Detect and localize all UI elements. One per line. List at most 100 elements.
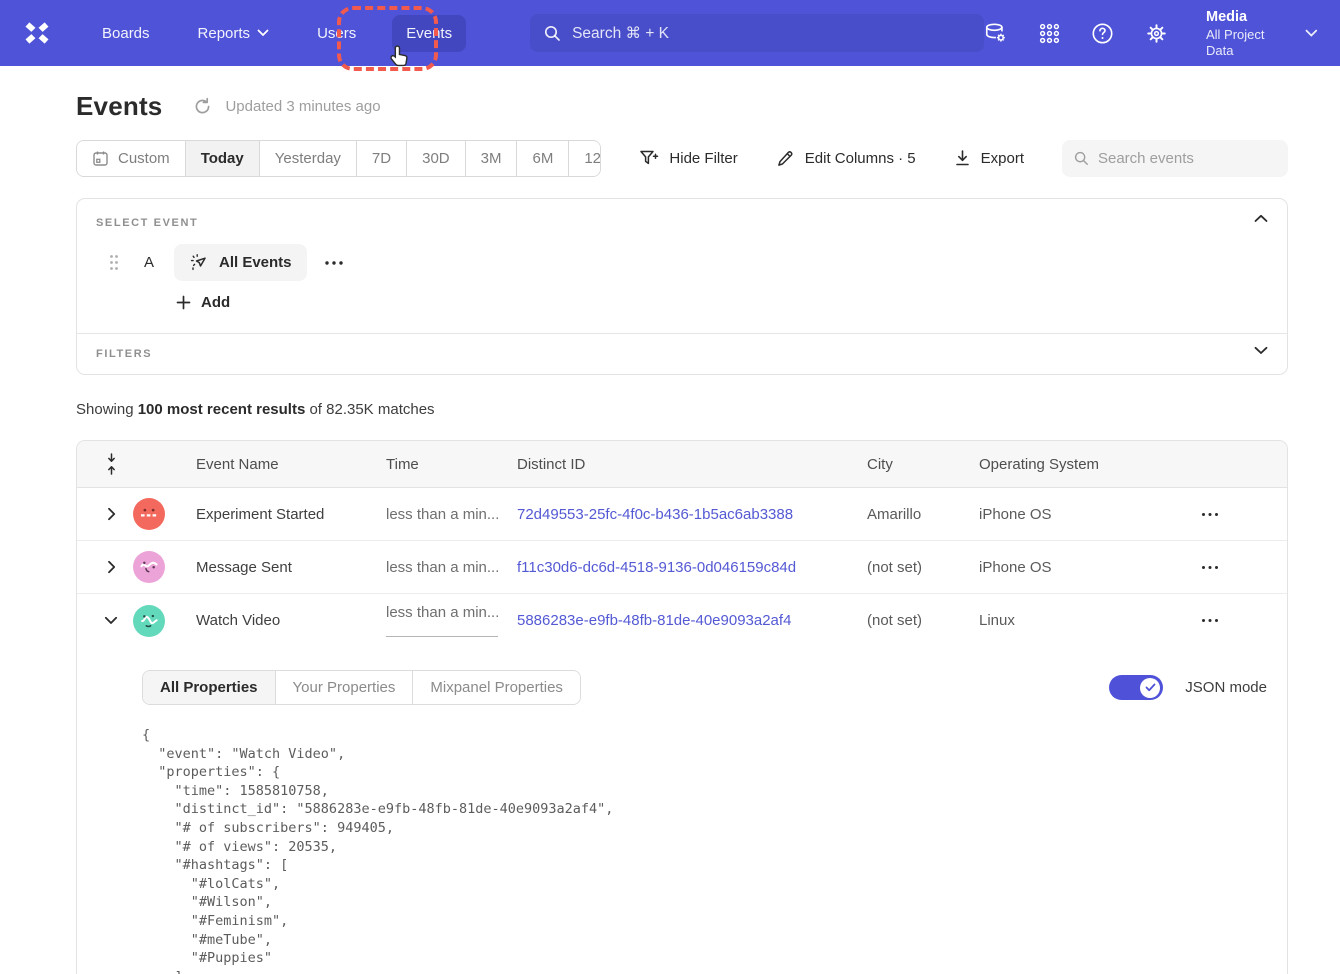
last-updated-text: Updated 3 minutes ago xyxy=(225,98,380,115)
time-cell: less than a min... xyxy=(367,506,498,523)
settings-gear-icon[interactable] xyxy=(1145,21,1168,45)
table-header-row: Event Name Time Distinct ID City Operati… xyxy=(77,441,1287,488)
row-more-options-button[interactable] xyxy=(1201,565,1239,570)
event-json-viewer: { "event": "Watch Video", "properties": … xyxy=(142,726,1267,974)
event-name-cell: Message Sent xyxy=(177,559,367,576)
search-events-field[interactable] xyxy=(1062,140,1288,177)
export-button[interactable]: Export xyxy=(954,149,1024,168)
download-icon xyxy=(954,149,971,168)
table-row[interactable]: Experiment Started less than a min... 72… xyxy=(77,488,1287,541)
time-cell: less than a min... xyxy=(367,559,498,576)
mixpanel-logo-icon[interactable] xyxy=(20,18,54,48)
top-navbar: Boards Reports Users Events Search ⌘ + K xyxy=(0,0,1340,66)
help-icon[interactable] xyxy=(1091,21,1114,45)
collapse-section-button[interactable] xyxy=(1254,214,1268,223)
expand-row-button[interactable] xyxy=(101,507,121,521)
event-avatar xyxy=(133,498,165,530)
edit-columns-button[interactable]: Edit Columns · 5 xyxy=(776,149,916,168)
distinct-id-link[interactable]: 72d49553-25fc-4f0c-b436-1b5ac6ab3388 xyxy=(498,506,848,523)
distinct-id-link[interactable]: f11c30d6-dc6d-4518-9136-0d046159c84d xyxy=(498,559,848,576)
date-range-custom-label: Custom xyxy=(118,150,170,167)
sparkle-cursor-icon xyxy=(189,253,209,273)
select-event-section: SELECT EVENT A xyxy=(77,199,1287,333)
date-range-3m[interactable]: 3M xyxy=(466,141,518,176)
event-more-options-button[interactable] xyxy=(324,260,344,266)
column-header-event-name[interactable]: Event Name xyxy=(177,456,367,473)
chevron-down-icon xyxy=(1305,29,1318,38)
json-mode-toggle[interactable] xyxy=(1109,675,1163,700)
ellipsis-icon xyxy=(1201,565,1219,570)
date-range-yesterday[interactable]: Yesterday xyxy=(260,141,357,176)
edit-columns-label: Edit Columns · 5 xyxy=(805,150,916,167)
event-avatar xyxy=(133,551,165,583)
ellipsis-icon xyxy=(1201,512,1219,517)
filters-section: FILTERS xyxy=(77,333,1287,374)
os-cell: Linux xyxy=(960,612,1152,629)
filter-icon xyxy=(639,149,659,168)
chevron-right-icon xyxy=(107,560,116,574)
column-header-time[interactable]: Time xyxy=(367,456,498,473)
nav-item-events[interactable]: Events xyxy=(392,15,466,52)
global-search-input[interactable]: Search ⌘ + K xyxy=(530,14,984,52)
event-avatar xyxy=(133,605,165,637)
nav-item-reports-label: Reports xyxy=(198,25,251,42)
nav-item-users[interactable]: Users xyxy=(305,16,368,51)
time-cell: less than a min... xyxy=(367,604,498,637)
city-cell: (not set) xyxy=(848,559,960,576)
date-range-today[interactable]: Today xyxy=(186,141,260,176)
date-range-30d[interactable]: 30D xyxy=(407,141,466,176)
city-cell: Amarillo xyxy=(848,506,960,523)
add-event-button[interactable]: Add xyxy=(176,294,230,311)
column-header-distinct-id[interactable]: Distinct ID xyxy=(498,456,848,473)
search-events-input[interactable] xyxy=(1098,150,1276,167)
table-row[interactable]: Message Sent less than a min... f11c30d6… xyxy=(77,541,1287,594)
nav-item-boards[interactable]: Boards xyxy=(90,16,162,51)
distinct-id-link[interactable]: 5886283e-e9fb-48fb-81de-40e9093a2af4 xyxy=(498,612,848,629)
date-range-12m[interactable]: 12M xyxy=(569,141,601,176)
drag-handle[interactable] xyxy=(109,254,119,271)
column-header-os[interactable]: Operating System xyxy=(960,456,1152,473)
event-clause-row: A All Events xyxy=(96,244,1268,281)
select-event-label: SELECT EVENT xyxy=(96,217,1268,229)
search-icon xyxy=(544,25,561,42)
event-name-cell: Experiment Started xyxy=(177,506,367,523)
chevron-down-icon xyxy=(104,616,118,625)
json-mode-label: JSON mode xyxy=(1185,679,1267,696)
tab-all-properties[interactable]: All Properties xyxy=(143,671,276,704)
date-range-control: Custom Today Yesterday 7D 30D 3M 6M 12M xyxy=(76,140,601,177)
os-cell: iPhone OS xyxy=(960,506,1152,523)
project-selector[interactable]: Media All Project Data xyxy=(1206,8,1318,59)
collapse-row-button[interactable] xyxy=(101,616,121,625)
results-summary-suffix: of 82.35K matches xyxy=(305,401,434,418)
apps-grid-icon[interactable] xyxy=(1038,21,1061,45)
add-event-label: Add xyxy=(201,294,230,311)
expand-filters-button[interactable] xyxy=(1254,346,1268,355)
date-range-7d[interactable]: 7D xyxy=(357,141,407,176)
chevron-down-icon xyxy=(1254,346,1268,355)
properties-tabs: All Properties Your Properties Mixpanel … xyxy=(142,670,581,705)
date-range-custom[interactable]: Custom xyxy=(77,141,186,176)
chevron-down-icon xyxy=(257,29,269,37)
data-management-icon[interactable] xyxy=(984,21,1007,45)
refresh-button[interactable] xyxy=(193,97,212,116)
hide-filter-button[interactable]: Hide Filter xyxy=(639,149,737,168)
expand-row-button[interactable] xyxy=(101,560,121,574)
project-scope: All Project Data xyxy=(1206,27,1293,59)
page-title: Events xyxy=(76,91,162,122)
tab-your-properties[interactable]: Your Properties xyxy=(276,671,414,704)
sort-button[interactable] xyxy=(105,452,121,476)
filters-label: FILTERS xyxy=(96,348,1268,360)
event-details-panel: All Properties Your Properties Mixpanel … xyxy=(77,647,1287,974)
refresh-icon xyxy=(193,97,212,116)
date-range-6m[interactable]: 6M xyxy=(517,141,569,176)
clause-letter: A xyxy=(144,254,156,271)
row-more-options-button[interactable] xyxy=(1201,618,1239,623)
nav-item-reports[interactable]: Reports xyxy=(186,16,282,51)
table-row-expanded[interactable]: Watch Video less than a min... 5886283e-… xyxy=(77,594,1287,647)
city-cell: (not set) xyxy=(848,612,960,629)
tab-mixpanel-properties[interactable]: Mixpanel Properties xyxy=(413,671,580,704)
row-more-options-button[interactable] xyxy=(1201,512,1239,517)
event-selector-button[interactable]: All Events xyxy=(174,244,307,281)
column-header-city[interactable]: City xyxy=(848,456,960,473)
chevron-up-icon xyxy=(1254,214,1268,223)
